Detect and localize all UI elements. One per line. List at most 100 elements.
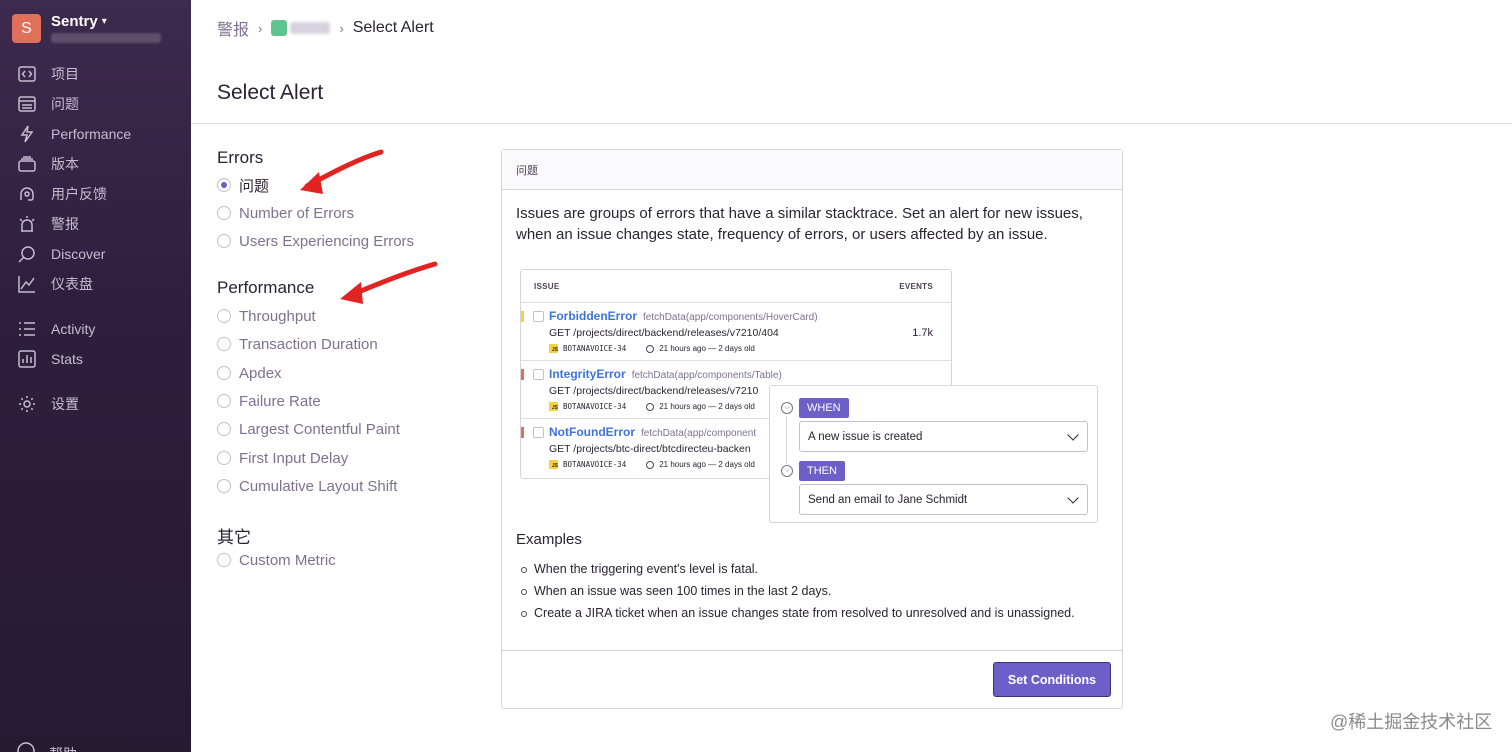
sidebar-nav-settings: 设置 [0, 389, 191, 419]
radio-option-throughput[interactable]: Throughput [217, 306, 316, 326]
panel-header: 问题 [502, 150, 1122, 190]
radio-option-apdex[interactable]: Apdex [217, 363, 282, 383]
alerts-icon [17, 214, 37, 234]
radio-option-custom-metric[interactable]: Custom Metric [217, 550, 336, 570]
when-tag: WHEN [799, 398, 849, 418]
radio-option-cumulative-layout-shift[interactable]: Cumulative Layout Shift [217, 476, 397, 496]
issue-title: IntegrityError [549, 367, 626, 381]
issue-title: NotFoundError [549, 425, 635, 439]
column-header-issue: ISSUE [534, 281, 560, 291]
dashboards-icon [17, 274, 37, 294]
when-condition-select: A new issue is created [799, 421, 1088, 452]
projects-icon [17, 64, 37, 84]
javascript-icon: JS [549, 402, 558, 411]
radio-option-transaction-duration[interactable]: Transaction Duration [217, 334, 378, 354]
stats-icon [17, 349, 37, 369]
sidebar-nav-primary: 项目 问题 Performance 版本 用户反馈 警报 Discover 仪表… [0, 59, 191, 299]
radio-option-users-experiencing-errors[interactable]: Users Experiencing Errors [217, 231, 414, 251]
chevron-right-icon: › [339, 20, 344, 36]
breadcrumb-project[interactable] [271, 20, 331, 36]
panel-description: Issues are groups of errors that have a … [516, 205, 1083, 243]
sidebar: S Sentry ▾ 项目 问题 Performance 版本 用户反馈 警报 … [0, 0, 191, 752]
discover-icon [17, 244, 37, 264]
section-title-other: 其它 [217, 528, 251, 547]
watermark: @稀土掘金技术社区 [1330, 712, 1493, 732]
issue-events: 1.7k [912, 327, 933, 339]
radio-button[interactable] [217, 479, 231, 493]
sidebar-item-dashboards[interactable]: 仪表盘 [0, 269, 191, 299]
examples-title: Examples [516, 531, 582, 548]
alert-description-panel: 问题 Issues are groups of errors that have… [501, 149, 1123, 709]
radio-option-label: Failure Rate [239, 392, 321, 410]
step-indicator-icon: ⌵ [781, 465, 793, 477]
chevron-right-icon: › [258, 20, 263, 36]
sidebar-item-user-feedback[interactable]: 用户反馈 [0, 179, 191, 209]
clock-icon [646, 344, 655, 353]
javascript-icon: JS [549, 460, 558, 469]
radio-button[interactable] [217, 422, 231, 436]
sidebar-item-stats[interactable]: Stats [0, 344, 191, 374]
org-switcher[interactable]: S Sentry ▾ [12, 14, 161, 43]
radio-button[interactable] [217, 337, 231, 351]
javascript-icon: JS [549, 344, 558, 353]
radio-option-failure-rate[interactable]: Failure Rate [217, 391, 321, 411]
radio-option-number-of-errors[interactable]: Number of Errors [217, 203, 354, 223]
breadcrumb-current: Select Alert [352, 19, 434, 36]
radio-button[interactable] [217, 309, 231, 323]
issue-short-id: BOTANAVOICE-34 [563, 402, 627, 411]
radio-button[interactable] [217, 234, 231, 248]
sidebar-item-issues[interactable]: 问题 [0, 89, 191, 119]
radio-option-label: First Input Delay [239, 449, 349, 467]
radio-option-label: 问题 [239, 177, 270, 195]
issue-short-id: BOTANAVOICE-34 [563, 344, 627, 353]
alert-rule-illustration: ⌵ WHEN A new issue is created ⌵ THEN Sen… [769, 385, 1098, 523]
radio-button[interactable] [217, 366, 231, 380]
radio-option-label: Cumulative Layout Shift [239, 477, 398, 495]
sidebar-item-help[interactable]: 帮助 [17, 742, 77, 752]
step-connector [786, 416, 787, 464]
sidebar-item-discover[interactable]: Discover [0, 239, 191, 269]
sidebar-item-performance[interactable]: Performance [0, 119, 191, 149]
activity-icon [17, 319, 37, 339]
sidebar-item-projects[interactable]: 项目 [0, 59, 191, 89]
radio-option-label: Custom Metric [239, 551, 336, 569]
radio-option-label: Largest Contentful Paint [239, 420, 400, 438]
sidebar-item-label: 版本 [51, 156, 79, 172]
radio-button[interactable] [217, 178, 231, 192]
org-username-redacted [51, 33, 161, 43]
radio-button[interactable] [217, 451, 231, 465]
issue-culprit: fetchData(app/components/HoverCard) [643, 312, 818, 323]
sidebar-item-alerts[interactable]: 警报 [0, 209, 191, 239]
panel-footer-divider [502, 650, 1122, 651]
sidebar-item-releases[interactable]: 版本 [0, 149, 191, 179]
sidebar-item-label: Performance [51, 126, 132, 142]
radio-option-largest-contentful-paint[interactable]: Largest Contentful Paint [217, 419, 400, 439]
sidebar-item-label: Discover [51, 246, 106, 262]
radio-button[interactable] [217, 206, 231, 220]
radio-option-label: Number of Errors [239, 204, 355, 222]
sidebar-item-label: 帮助 [49, 744, 77, 752]
checkbox [533, 427, 544, 438]
sidebar-item-settings[interactable]: 设置 [0, 389, 191, 419]
column-header-events: EVENTS [899, 281, 933, 291]
org-name: Sentry [51, 13, 98, 30]
sidebar-item-label: 设置 [51, 396, 79, 412]
set-conditions-button[interactable]: Set Conditions [993, 662, 1111, 697]
examples-list: When the triggering event's level is fat… [516, 558, 1075, 624]
sidebar-item-label: 用户反馈 [51, 186, 107, 202]
radio-button[interactable] [217, 394, 231, 408]
radio-option-issues[interactable]: 问题 [217, 175, 269, 195]
project-name-redacted [290, 22, 331, 34]
annotation-arrow-icon [300, 149, 384, 194]
radio-button[interactable] [217, 553, 231, 567]
issue-message: GET /projects/direct/backend/releases/v7… [549, 327, 779, 339]
issue-age: 21 hours ago — 2 days old [659, 460, 755, 469]
chevron-down-icon [1067, 491, 1079, 504]
checkbox [533, 311, 544, 322]
help-icon [17, 742, 35, 752]
sidebar-item-activity[interactable]: Activity [0, 314, 191, 344]
radio-option-first-input-delay[interactable]: First Input Delay [217, 448, 348, 468]
breadcrumb-alerts[interactable]: 警报 [217, 16, 249, 40]
user-feedback-icon [17, 184, 37, 204]
then-action-select: Send an email to Jane Schmidt [799, 484, 1088, 515]
